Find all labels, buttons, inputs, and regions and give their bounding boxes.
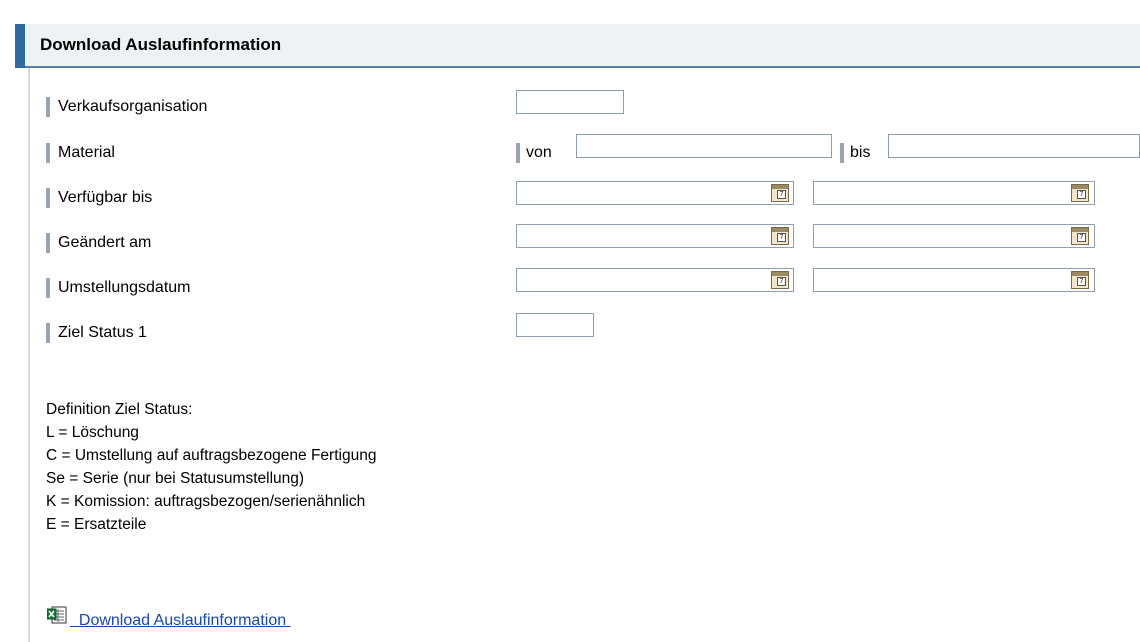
page-title: Download Auslaufinformation <box>40 35 282 54</box>
calendar-icon[interactable]: 7 <box>1071 227 1089 245</box>
label-marker <box>46 323 50 343</box>
row-label-verkaufsorganisation: Verkaufsorganisation <box>46 95 207 119</box>
definition-line: E = Ersatzteile <box>46 516 147 533</box>
label-text: Material <box>58 144 115 161</box>
page: Download Auslaufinformation Verkaufsorga… <box>0 0 1140 642</box>
label-text: Geändert am <box>58 234 152 251</box>
material-to-input[interactable] <box>888 134 1140 158</box>
definition-title: Definition Ziel Status: <box>46 401 193 418</box>
umstellungsdatum-from-input[interactable] <box>516 268 794 292</box>
calendar-icon[interactable]: 7 <box>1071 271 1089 289</box>
verfuegbar-bis-from-input[interactable] <box>516 181 794 205</box>
label-marker <box>46 97 50 117</box>
label-marker <box>840 143 844 163</box>
label-marker <box>516 143 520 163</box>
download-auslaufinformation-link[interactable]: Download Auslaufinformation <box>70 612 291 630</box>
label-text: Verkaufsorganisation <box>58 98 208 115</box>
label-text: Verfügbar bis <box>58 189 153 206</box>
row-label-geaendert-am: Geändert am <box>46 231 151 255</box>
header-accent <box>15 24 25 68</box>
row-label-umstellungsdatum: Umstellungsdatum <box>46 276 191 300</box>
geaendert-am-from-input[interactable] <box>516 224 794 248</box>
material-from-label: von <box>516 141 552 165</box>
umstellungsdatum-to-input[interactable] <box>813 268 1095 292</box>
ziel-status-input[interactable] <box>516 313 594 337</box>
definition-line: Se = Serie (nur bei Statusumstellung) <box>46 470 305 487</box>
bis-label: bis <box>850 144 871 161</box>
material-from-input[interactable] <box>576 134 832 158</box>
geaendert-am-to-input[interactable] <box>813 224 1095 248</box>
left-border-rule <box>28 60 30 642</box>
material-to-label: bis <box>840 141 870 165</box>
row-label-ziel-status: Ziel Status 1 <box>46 321 147 345</box>
excel-export-icon[interactable] <box>47 606 67 624</box>
label-text: Umstellungsdatum <box>58 279 191 296</box>
calendar-icon[interactable]: 7 <box>771 227 789 245</box>
verfuegbar-bis-to-input[interactable] <box>813 181 1095 205</box>
label-text: Ziel Status 1 <box>58 324 147 341</box>
calendar-icon[interactable]: 7 <box>771 184 789 202</box>
status-definition-block: Definition Ziel Status: L = Löschung C =… <box>46 398 376 536</box>
definition-line: L = Löschung <box>46 424 139 441</box>
calendar-icon[interactable]: 7 <box>1071 184 1089 202</box>
label-marker <box>46 233 50 253</box>
label-marker <box>46 143 50 163</box>
definition-line: K = Komission: auftragsbezogen/serienähn… <box>46 493 366 510</box>
calendar-icon[interactable]: 7 <box>771 271 789 289</box>
von-label: von <box>526 144 552 161</box>
row-label-verfuegbar-bis: Verfügbar bis <box>46 186 152 210</box>
row-label-material: Material <box>46 141 115 165</box>
definition-line: C = Umstellung auf auftragsbezogene Fert… <box>46 447 377 464</box>
label-marker <box>46 278 50 298</box>
label-marker <box>46 188 50 208</box>
verkaufsorganisation-input[interactable] <box>516 90 624 114</box>
